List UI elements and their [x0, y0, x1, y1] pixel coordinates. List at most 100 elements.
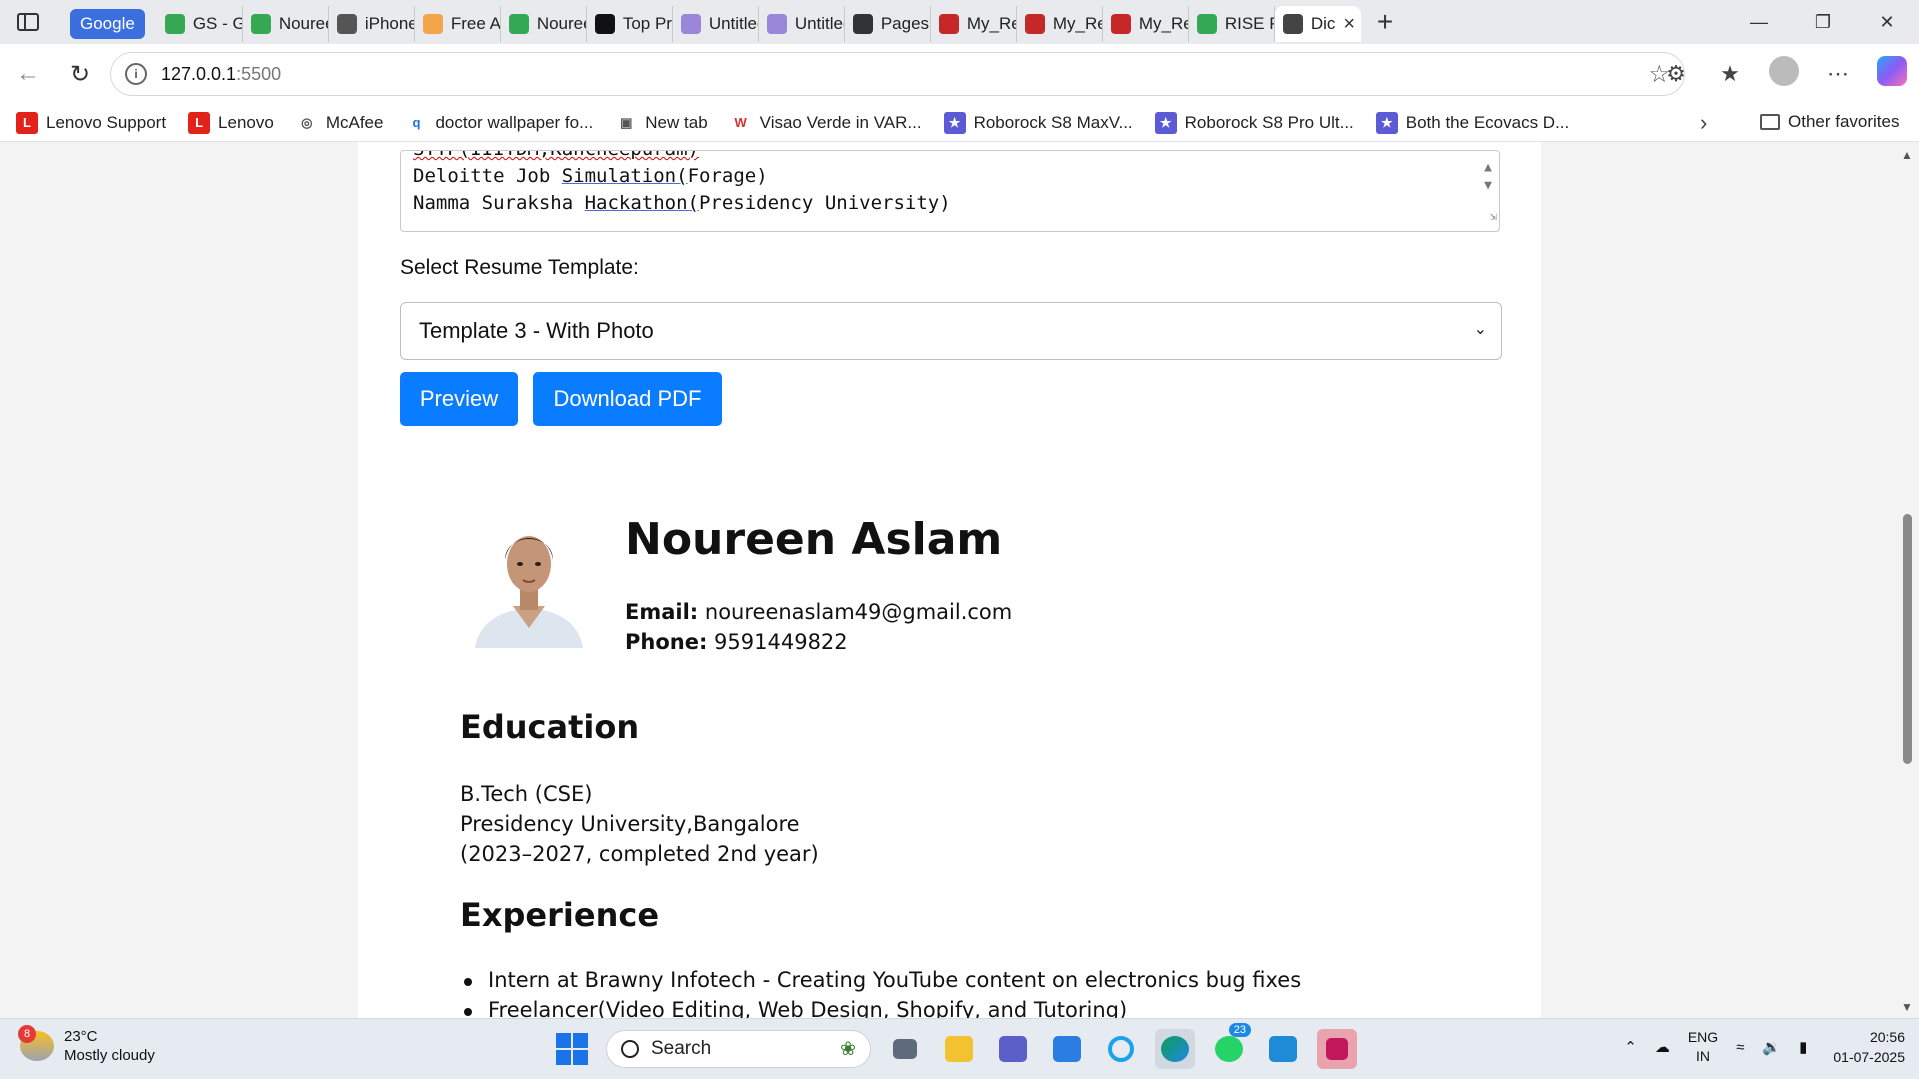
- browser-tab[interactable]: Pages: [845, 6, 931, 42]
- browser-tab[interactable]: My_Res: [1017, 6, 1103, 42]
- browser-tab[interactable]: GS - Go: [157, 6, 243, 42]
- site-info-icon[interactable]: i: [125, 63, 147, 85]
- whatsapp-badge: 23: [1228, 1023, 1251, 1037]
- favorite-link[interactable]: ▣ New tab: [615, 112, 708, 134]
- weather-desc: Mostly cloudy: [64, 1047, 155, 1064]
- taskbar-search[interactable]: Search ❀: [606, 1030, 871, 1068]
- clock[interactable]: 20:56 01-07-2025: [1833, 1027, 1905, 1067]
- teams-icon[interactable]: [993, 1029, 1033, 1069]
- scroll-up-icon[interactable]: ▲: [1901, 148, 1913, 162]
- battery-icon[interactable]: ▮: [1799, 1038, 1807, 1056]
- education-university: Presidency University,Bangalore: [460, 812, 800, 836]
- browser-tab[interactable]: My_Res: [1103, 6, 1189, 42]
- address-bar[interactable]: i 127.0.0.1:5500 ☆: [110, 52, 1685, 96]
- favorite-link[interactable]: ★ Both the Ecovacs D...: [1375, 111, 1569, 134]
- file-explorer-icon[interactable]: [939, 1029, 979, 1069]
- language-indicator[interactable]: ENG IN: [1688, 1028, 1718, 1066]
- close-tab-icon[interactable]: ×: [1343, 13, 1355, 36]
- browser-tab[interactable]: Dic ×: [1274, 6, 1361, 42]
- lenovo-icon: L: [16, 111, 38, 134]
- copilot-icon[interactable]: [1875, 56, 1909, 92]
- whatsapp-icon[interactable]: 23: [1209, 1023, 1251, 1069]
- edge-icon[interactable]: [1155, 1029, 1195, 1069]
- favorite-link[interactable]: L Lenovo: [188, 111, 274, 134]
- canva-icon: [680, 14, 701, 34]
- tab-group-google[interactable]: Google: [70, 9, 145, 39]
- store-icon[interactable]: [1047, 1029, 1087, 1069]
- search-icon: q: [412, 115, 421, 130]
- maximize-icon[interactable]: ❐: [1791, 0, 1855, 44]
- browser-toolbar: ← ↻ i 127.0.0.1:5500 ☆ ⚙ ★ ⋯: [0, 44, 1919, 104]
- chevron-up-icon[interactable]: ⌃: [1624, 1038, 1637, 1056]
- system-tray: ⌃ ☁ ENG IN ≈ 🔉 ▮ 20:56 01-07-2025: [1624, 1027, 1905, 1067]
- back-arrow-icon[interactable]: ←: [4, 52, 52, 96]
- resume-email: Email: noureenaslam49@gmail.com: [625, 600, 1013, 624]
- pdf-icon: [938, 14, 959, 34]
- experience-heading: Experience: [460, 896, 660, 934]
- browser-tab[interactable]: Untitled: [759, 6, 845, 42]
- canva-icon: [766, 14, 787, 34]
- task-view-icon[interactable]: [885, 1029, 925, 1069]
- cloud-icon: 8: [18, 1025, 54, 1061]
- education-degree: B.Tech (CSE): [460, 782, 593, 806]
- browser-tab[interactable]: Free AI: [415, 6, 501, 42]
- favorite-link[interactable]: L Lenovo Support: [16, 111, 166, 134]
- onedrive-icon[interactable]: ☁: [1655, 1038, 1670, 1056]
- sheets-icon: [508, 14, 529, 34]
- other-favorites[interactable]: Other favorites: [1760, 112, 1900, 132]
- visao-icon: W: [734, 115, 747, 130]
- refresh-icon[interactable]: ↻: [56, 52, 104, 96]
- profile-avatar[interactable]: [1767, 56, 1801, 92]
- a-icon: [422, 14, 443, 34]
- favorites-icon[interactable]: ★: [1713, 61, 1747, 87]
- start-button[interactable]: [552, 1029, 592, 1069]
- browser-tab[interactable]: Top Pro: [587, 6, 673, 42]
- favorite-link[interactable]: W Visao Verde in VAR...: [730, 112, 922, 134]
- browser-tab[interactable]: My_Res: [931, 6, 1017, 42]
- snipping-tool-icon[interactable]: [1317, 1029, 1357, 1069]
- sidebar-toggle-icon[interactable]: [0, 0, 56, 44]
- globe-icon: [1282, 14, 1303, 34]
- browser-tab[interactable]: Nouree: [501, 6, 587, 42]
- browser-tab[interactable]: Untitled: [673, 6, 759, 42]
- window-controls: — ❐ ✕: [1727, 0, 1919, 44]
- pdf-icon: [1110, 14, 1131, 34]
- browser-tab[interactable]: iPhone I: [329, 6, 415, 42]
- weather-widget[interactable]: 8 23°C Mostly cloudy: [18, 1025, 155, 1065]
- favorite-link[interactable]: ★ Roborock S8 Pro Ult...: [1154, 111, 1354, 134]
- drive-icon: [164, 14, 185, 34]
- scrollbar-thumb[interactable]: [1903, 514, 1912, 764]
- education-years: (2023–2027, completed 2nd year): [460, 842, 819, 866]
- list-item: Freelancer(Video Editing, Web Design, Sh…: [463, 998, 1127, 1018]
- cortana-icon[interactable]: [1101, 1029, 1141, 1069]
- favorite-link[interactable]: ◎ McAfee: [296, 112, 383, 134]
- scroll-down-icon[interactable]: ▼: [1901, 1000, 1913, 1014]
- vscode-icon[interactable]: [1263, 1029, 1303, 1069]
- resume-preview: Noureen Aslam Email: noureenaslam49@gmai…: [358, 142, 1541, 1018]
- browser-tab[interactable]: RISE Pro: [1189, 6, 1275, 42]
- wifi-icon[interactable]: ≈: [1736, 1039, 1744, 1056]
- folder-icon: [1760, 114, 1780, 130]
- volume-icon[interactable]: 🔉: [1762, 1038, 1781, 1056]
- minimize-icon[interactable]: —: [1727, 0, 1791, 44]
- list-item: Intern at Brawny Infotech - Creating You…: [463, 968, 1302, 992]
- extensions-icon[interactable]: ⚙: [1659, 61, 1693, 87]
- address-host: 127.0.0.1: [161, 63, 237, 84]
- page-scrollbar[interactable]: ▲ ▼: [1895, 142, 1919, 1018]
- page-viewport: STTP(IIITDM,Kancheepuram) Deloitte Job S…: [0, 142, 1919, 1018]
- taskbar: 8 23°C Mostly cloudy Search ❀ 23 ⌃ ☁ ENG I…: [0, 1018, 1919, 1079]
- lenovo-icon: L: [188, 111, 211, 134]
- chevron-right-icon[interactable]: ›: [1700, 110, 1707, 136]
- new-tab-icon[interactable]: +: [1377, 6, 1393, 38]
- favorite-link[interactable]: ★ Roborock S8 MaxV...: [943, 111, 1133, 134]
- browser-tab[interactable]: Nouree: [243, 6, 329, 42]
- roborock-icon: ★: [1375, 111, 1398, 134]
- sheets-icon: [250, 14, 271, 34]
- education-heading: Education: [460, 708, 640, 746]
- close-window-icon[interactable]: ✕: [1855, 0, 1919, 44]
- openai-icon: [594, 14, 615, 34]
- weather-temp: 23°C: [64, 1028, 98, 1045]
- openai-icon: [336, 14, 357, 34]
- favorite-link[interactable]: q doctor wallpaper fo...: [405, 112, 593, 134]
- more-options-icon[interactable]: ⋯: [1821, 61, 1855, 87]
